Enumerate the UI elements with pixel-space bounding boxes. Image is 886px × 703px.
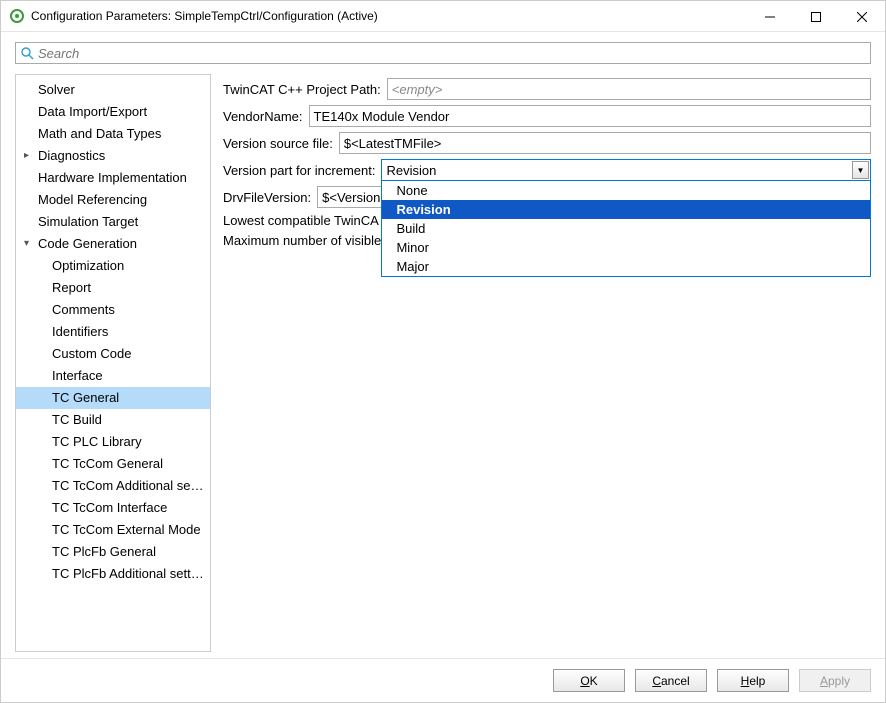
search-row bbox=[1, 32, 885, 68]
label-lowest-compat: Lowest compatible TwinCA bbox=[223, 213, 379, 228]
search-icon bbox=[20, 46, 34, 60]
label-max-visible: Maximum number of visible bbox=[223, 233, 381, 248]
tree-item[interactable]: Custom Code bbox=[16, 343, 210, 365]
tree-item[interactable]: TC General bbox=[16, 387, 210, 409]
maximize-button[interactable] bbox=[793, 1, 839, 32]
tree-item[interactable]: Data Import/Export bbox=[16, 101, 210, 123]
window-title: Configuration Parameters: SimpleTempCtrl… bbox=[31, 9, 747, 23]
ok-button[interactable]: OK bbox=[553, 669, 625, 692]
sidebar-tree[interactable]: SolverData Import/ExportMath and Data Ty… bbox=[15, 74, 211, 652]
tree-item[interactable]: Diagnostics bbox=[16, 145, 210, 167]
tree-item[interactable]: Model Referencing bbox=[16, 189, 210, 211]
tree-item[interactable]: TC PLC Library bbox=[16, 431, 210, 453]
row-vendor-name: VendorName: TE140x Module Vendor bbox=[223, 105, 871, 127]
row-project-path: TwinCAT C++ Project Path: <empty> bbox=[223, 78, 871, 100]
cancel-button[interactable]: Cancel bbox=[635, 669, 707, 692]
tree-item[interactable]: Simulation Target bbox=[16, 211, 210, 233]
label-drv-file-version: DrvFileVersion: bbox=[223, 190, 311, 205]
tree-item[interactable]: TC Build bbox=[16, 409, 210, 431]
title-bar: Configuration Parameters: SimpleTempCtrl… bbox=[1, 1, 885, 32]
tree-item[interactable]: Code Generation bbox=[16, 233, 210, 255]
dropdown-version-part[interactable]: NoneRevisionBuildMinorMajor bbox=[381, 180, 871, 277]
tree-item[interactable]: Hardware Implementation bbox=[16, 167, 210, 189]
select-version-part[interactable]: Revision ▼ NoneRevisionBuildMinorMajor bbox=[381, 159, 871, 181]
tree-item[interactable]: Solver bbox=[16, 79, 210, 101]
label-vendor-name: VendorName: bbox=[223, 109, 303, 124]
field-vendor-name[interactable]: TE140x Module Vendor bbox=[309, 105, 872, 127]
row-version-source: Version source file: $<LatestTMFile> bbox=[223, 132, 871, 154]
tree-item[interactable]: Comments bbox=[16, 299, 210, 321]
field-project-path[interactable]: <empty> bbox=[387, 78, 871, 100]
tree-item[interactable]: Interface bbox=[16, 365, 210, 387]
dropdown-option[interactable]: Build bbox=[382, 219, 870, 238]
search-box[interactable] bbox=[15, 42, 871, 64]
tree-item[interactable]: TC TcCom General bbox=[16, 453, 210, 475]
tree-item[interactable]: Identifiers bbox=[16, 321, 210, 343]
row-version-part: Version part for increment: Revision ▼ N… bbox=[223, 159, 871, 181]
apply-button[interactable]: Apply bbox=[799, 669, 871, 692]
tree-item[interactable]: TC TcCom Interface bbox=[16, 497, 210, 519]
field-version-source[interactable]: $<LatestTMFile> bbox=[339, 132, 871, 154]
search-input[interactable] bbox=[38, 46, 866, 61]
app-icon bbox=[9, 8, 25, 24]
dropdown-option[interactable]: Major bbox=[382, 257, 870, 276]
tree-item[interactable]: TC TcCom Additional setti... bbox=[16, 475, 210, 497]
tree-item[interactable]: TC PlcFb Additional settings bbox=[16, 563, 210, 585]
close-button[interactable] bbox=[839, 1, 885, 32]
dropdown-option[interactable]: Revision bbox=[382, 200, 870, 219]
footer: OK Cancel Help Apply bbox=[1, 658, 885, 702]
chevron-down-icon[interactable]: ▼ bbox=[852, 161, 869, 179]
help-button[interactable]: Help bbox=[717, 669, 789, 692]
label-version-source: Version source file: bbox=[223, 136, 333, 151]
tree-item[interactable]: Optimization bbox=[16, 255, 210, 277]
label-version-part: Version part for increment: bbox=[223, 163, 375, 178]
content-pane: TwinCAT C++ Project Path: <empty> Vendor… bbox=[223, 74, 871, 652]
minimize-button[interactable] bbox=[747, 1, 793, 32]
label-project-path: TwinCAT C++ Project Path: bbox=[223, 82, 381, 97]
field-drv-file-version[interactable]: $<Version bbox=[317, 186, 383, 208]
tree-item[interactable]: TC PlcFb General bbox=[16, 541, 210, 563]
select-value: Revision bbox=[386, 163, 436, 178]
tree-item[interactable]: TC TcCom External Mode bbox=[16, 519, 210, 541]
tree-item[interactable]: Math and Data Types bbox=[16, 123, 210, 145]
dropdown-option[interactable]: None bbox=[382, 181, 870, 200]
tree-item[interactable]: Report bbox=[16, 277, 210, 299]
dropdown-option[interactable]: Minor bbox=[382, 238, 870, 257]
